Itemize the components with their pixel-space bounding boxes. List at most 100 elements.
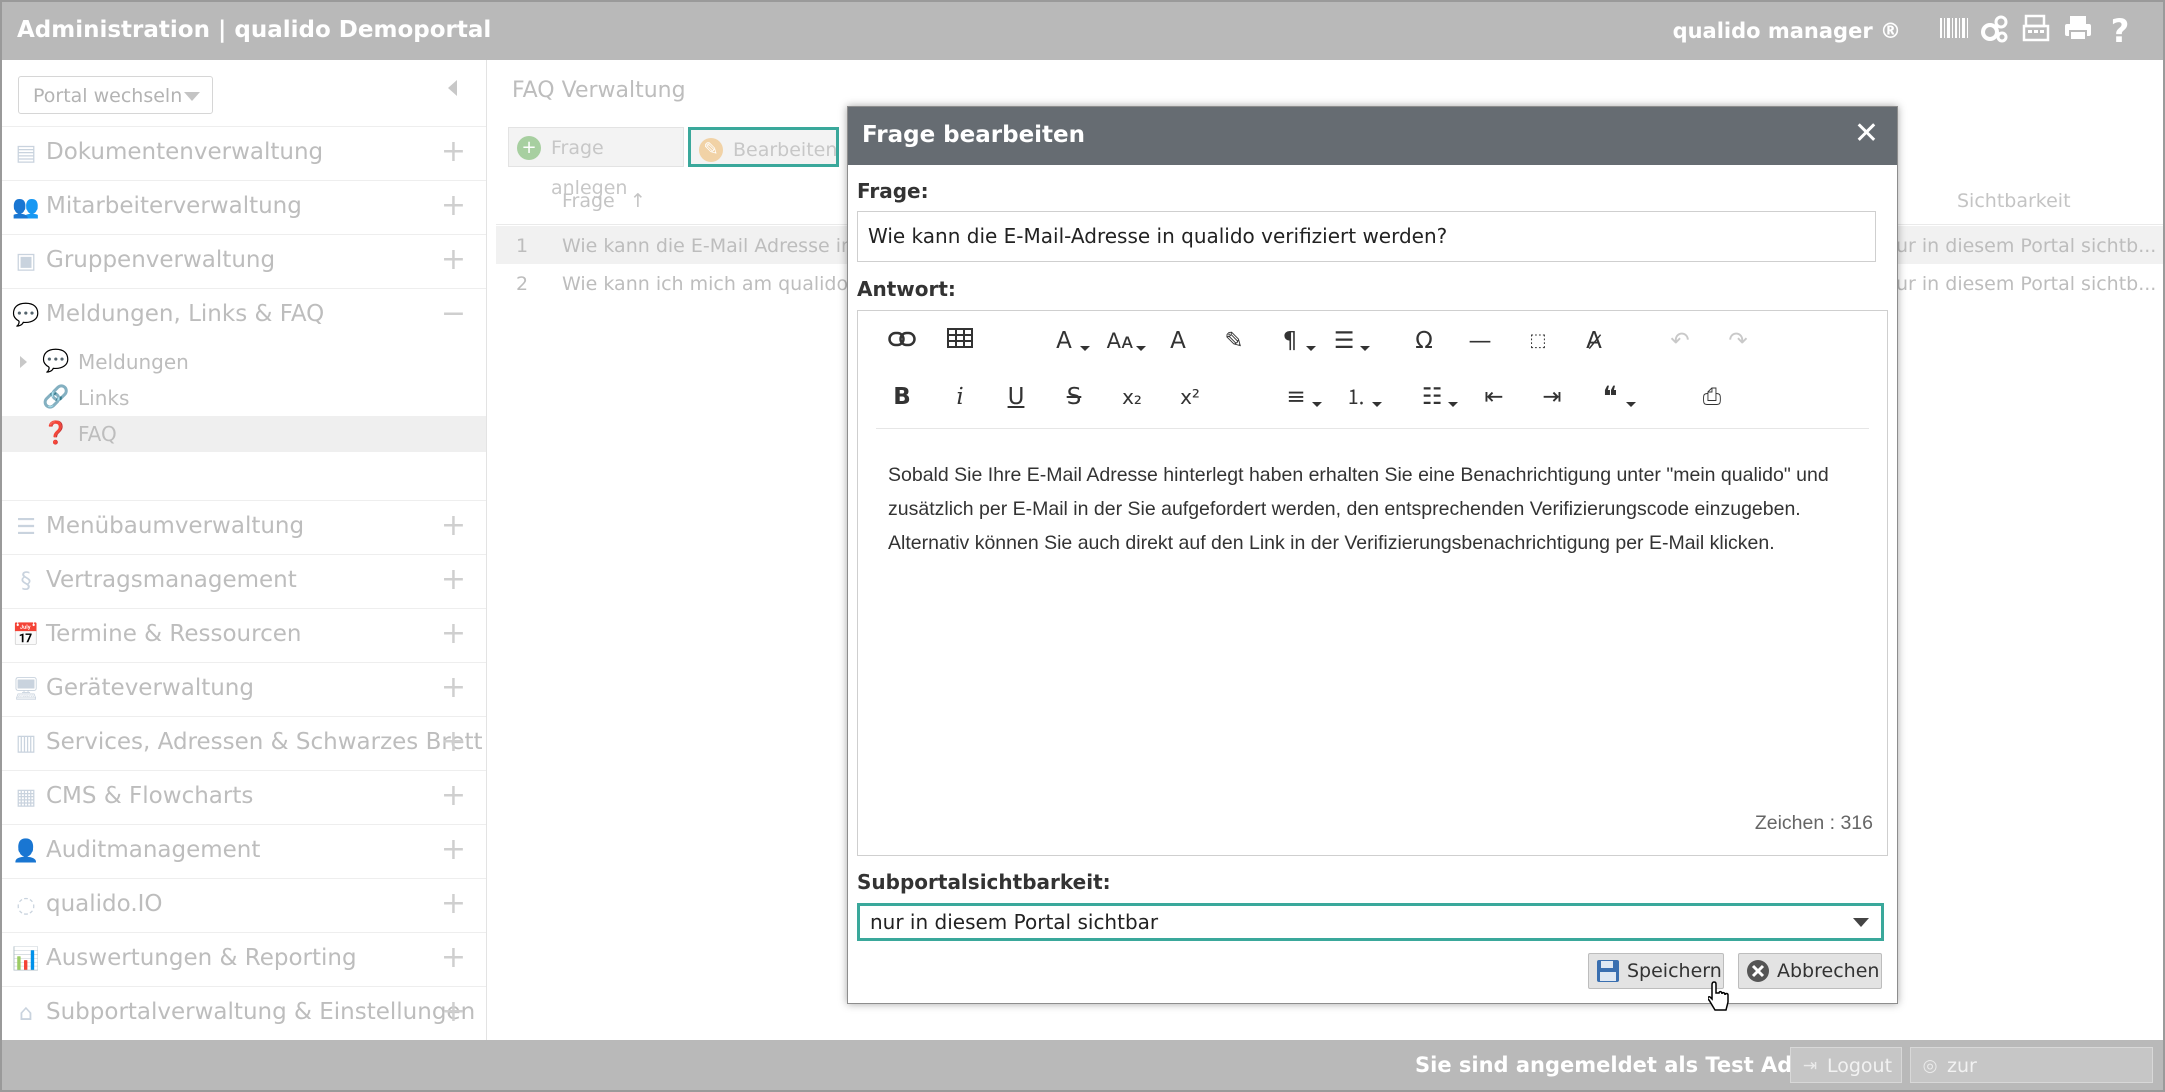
- expand-icon[interactable]: +: [441, 243, 466, 277]
- sidebar-subitem-links[interactable]: 🔗 Links: [2, 380, 486, 416]
- sidebar-item-gruppenverwaltung[interactable]: ▣ Gruppenverwaltung +: [2, 234, 486, 289]
- close-icon[interactable]: ✕: [1854, 117, 1879, 151]
- indent-icon[interactable]: ⇥: [1532, 377, 1572, 417]
- dialog-header[interactable]: Frage bearbeiten ✕: [848, 107, 1897, 165]
- answer-text[interactable]: Sobald Sie Ihre E-Mail Adresse hinterleg…: [888, 458, 1858, 560]
- sidebar-item-menuebaumverwaltung[interactable]: ☰ Menübaumverwaltung +: [2, 500, 486, 555]
- expand-icon[interactable]: +: [441, 617, 466, 651]
- row-number: 2: [516, 273, 529, 295]
- expand-icon[interactable]: +: [441, 671, 466, 705]
- pencil-circle-icon: ✎: [699, 138, 723, 162]
- chevron-right-icon[interactable]: [20, 356, 27, 368]
- undo-icon[interactable]: ↶: [1660, 321, 1700, 361]
- sidebar-item-cms-flowcharts[interactable]: ▦ CMS & Flowcharts +: [2, 770, 486, 825]
- sidebar-item-meldungen-links-faq[interactable]: 💬 Meldungen, Links & FAQ −: [2, 288, 486, 343]
- portal-select[interactable]: Portal wechseln: [18, 76, 213, 114]
- highlight-icon[interactable]: ✎: [1214, 321, 1254, 361]
- bottom-bar: Sie sind angemeldet als Test Admin ⇥ Log…: [2, 1040, 2163, 1090]
- list-icon: ☰: [16, 515, 36, 540]
- expand-icon[interactable]: +: [441, 135, 466, 169]
- logout-button[interactable]: ⇥ Logout: [1790, 1047, 1902, 1083]
- sidebar-item-mitarbeiterverwaltung[interactable]: 👥 Mitarbeiterverwaltung +: [2, 180, 486, 235]
- print-icon[interactable]: ⎙: [1692, 377, 1732, 417]
- expand-icon[interactable]: +: [441, 833, 466, 867]
- superscript-icon[interactable]: x²: [1170, 377, 1210, 417]
- sidebar-item-vertragsmanagement[interactable]: § Vertragsmanagement +: [2, 554, 486, 609]
- sidebar-item-dokumentenverwaltung[interactable]: ▤ Dokumentenverwaltung +: [2, 126, 486, 181]
- gears-icon[interactable]: [1978, 14, 2012, 48]
- row-question: Wie kann die E-Mail Adresse in: [562, 235, 854, 257]
- sidebar-item-label: Meldungen, Links & FAQ: [46, 301, 325, 327]
- sidebar-subitem-label: Meldungen: [78, 350, 189, 374]
- visibility-select[interactable]: nur in diesem Portal sichtbar: [857, 903, 1884, 941]
- bold-icon[interactable]: B: [882, 377, 922, 417]
- sidebar-item-label: CMS & Flowcharts: [46, 783, 254, 809]
- sort-asc-icon: ↑: [630, 190, 646, 212]
- select-all-icon[interactable]: ⬚: [1518, 321, 1558, 361]
- edit-button[interactable]: ✎ Bearbeiten: [688, 127, 839, 167]
- sidebar-subitem-faq[interactable]: ❓ FAQ: [2, 416, 486, 452]
- column-header-question[interactable]: Frage: [562, 190, 615, 212]
- strikethrough-icon[interactable]: S: [1054, 377, 1094, 417]
- font-size-icon[interactable]: Aᴀ: [1100, 321, 1146, 361]
- expand-icon[interactable]: +: [441, 941, 466, 975]
- collapse-sidebar-icon[interactable]: [448, 80, 457, 96]
- underline-icon[interactable]: U: [996, 377, 1036, 417]
- subscript-icon[interactable]: x₂: [1112, 377, 1152, 417]
- device-icon: 🖥: [12, 677, 40, 702]
- font-color-icon[interactable]: A: [1158, 321, 1198, 361]
- column-header-visibility[interactable]: Sichtbarkeit: [1957, 190, 2071, 212]
- sidebar-item-label: qualido.IO: [46, 891, 163, 917]
- sidebar-item-termine-ressourcen[interactable]: 📅 Termine & Ressourcen +: [2, 608, 486, 663]
- add-question-button[interactable]: + Frage anlegen: [508, 127, 684, 199]
- expand-icon[interactable]: +: [441, 887, 466, 921]
- sidebar-item-subportalverwaltung[interactable]: ⌂ Subportalverwaltung & Einstellungen +: [2, 986, 486, 1041]
- fax-icon[interactable]: [2019, 14, 2053, 48]
- expand-icon[interactable]: +: [441, 563, 466, 597]
- employee-view-icon: ◎: [1922, 1056, 1938, 1076]
- table-icon[interactable]: [940, 321, 980, 361]
- sidebar-item-auswertungen-reporting[interactable]: 📊 Auswertungen & Reporting +: [2, 932, 486, 987]
- sidebar-item-auditmanagement[interactable]: 👤 Auditmanagement +: [2, 824, 486, 879]
- line-height-icon[interactable]: ☰: [1324, 321, 1370, 361]
- print-icon[interactable]: [2061, 14, 2095, 48]
- row-visibility: ur in diesem Portal sichtb...: [1896, 273, 2157, 295]
- sidebar-subitem-label: FAQ: [78, 422, 117, 446]
- cancel-button[interactable]: Abbrechen: [1738, 953, 1882, 989]
- edit-label: Bearbeiten: [733, 139, 838, 161]
- horizontal-line-icon[interactable]: —: [1460, 321, 1500, 361]
- align-icon[interactable]: ≡: [1276, 377, 1322, 417]
- expand-icon[interactable]: +: [441, 995, 466, 1029]
- expand-icon[interactable]: +: [441, 189, 466, 223]
- home-icon: ⌂: [19, 1001, 33, 1026]
- plus-circle-icon: +: [517, 136, 541, 160]
- italic-icon[interactable]: i: [940, 377, 980, 417]
- employee-view-button[interactable]: ◎ zur Mitarbeiteransicht: [1910, 1047, 2153, 1083]
- expand-icon[interactable]: +: [441, 779, 466, 813]
- sidebar: Portal wechseln ▤ Dokumentenverwaltung +…: [2, 60, 487, 1040]
- help-icon[interactable]: ?: [2103, 14, 2137, 48]
- font-family-icon[interactable]: A: [1044, 321, 1090, 361]
- sidebar-item-services-adressen[interactable]: ▥ Services, Adressen & Schwarzes Brett +: [2, 716, 486, 771]
- sidebar-subitem-meldungen[interactable]: 💬 Meldungen: [2, 344, 486, 380]
- expand-icon[interactable]: +: [441, 725, 466, 759]
- clear-formatting-icon[interactable]: A̷: [1574, 321, 1614, 361]
- save-button[interactable]: Speichern: [1588, 953, 1724, 989]
- link-icon[interactable]: [882, 321, 922, 361]
- question-label: Frage:: [857, 179, 929, 203]
- outdent-icon[interactable]: ⇤: [1474, 377, 1514, 417]
- question-input[interactable]: Wie kann die E-Mail-Adresse in qualido v…: [857, 211, 1876, 262]
- expand-icon[interactable]: +: [441, 509, 466, 543]
- barcode-icon[interactable]: [1937, 14, 1971, 48]
- ordered-list-icon[interactable]: ⒈: [1336, 377, 1382, 417]
- auditor-icon: 👤: [12, 839, 40, 864]
- hand-cursor-icon: [1707, 980, 1729, 1014]
- special-characters-icon[interactable]: Ω: [1404, 321, 1444, 361]
- unordered-list-icon[interactable]: ☷: [1412, 377, 1458, 417]
- sidebar-item-qualido-io[interactable]: ◌ qualido.IO +: [2, 878, 486, 933]
- redo-icon[interactable]: ↷: [1718, 321, 1758, 361]
- collapse-icon[interactable]: −: [441, 297, 466, 331]
- quote-icon[interactable]: ❝: [1590, 377, 1636, 417]
- paragraph-format-icon[interactable]: ¶: [1270, 321, 1316, 361]
- sidebar-item-geraeteverwaltung[interactable]: 🖥 Geräteverwaltung +: [2, 662, 486, 717]
